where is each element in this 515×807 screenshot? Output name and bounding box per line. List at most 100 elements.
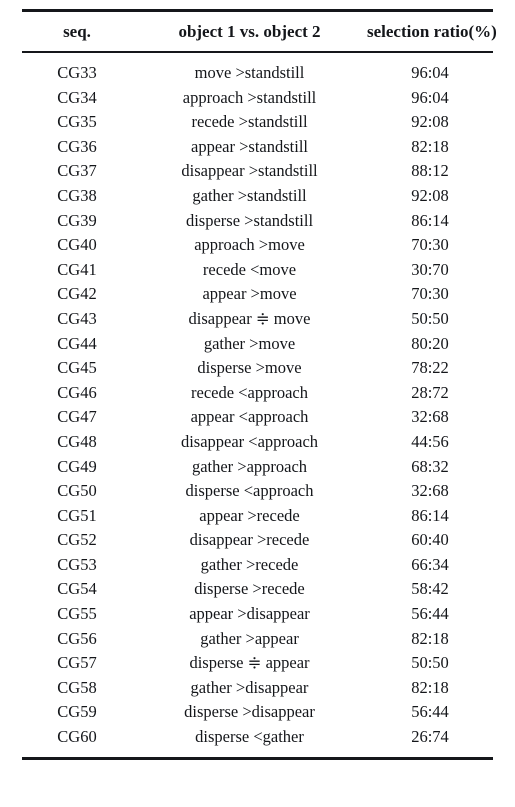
cell-seq: CG38 xyxy=(57,185,97,205)
table-row: CG33 move >standstill 96:04 xyxy=(22,53,493,86)
table-body: CG33 move >standstill 96:04 CG34 approach >s… xyxy=(22,53,493,750)
table-row: CG53 gather >recede 66:34 xyxy=(22,553,493,578)
cell-object-pair: disappear <approach xyxy=(180,431,319,451)
table-row: CG39 disperse >standstill 86:14 xyxy=(22,209,493,234)
cell-seq: CG49 xyxy=(57,456,97,476)
cell-selection-ratio: 32:68 xyxy=(411,481,449,501)
table-row: CG45 disperse >move 78:22 xyxy=(22,356,493,381)
table-row: CG44 gather >move 80:20 xyxy=(22,331,493,356)
table-bottom-rule xyxy=(22,756,493,760)
cell-seq: CG56 xyxy=(57,628,97,648)
cell-seq: CG55 xyxy=(57,604,97,624)
cell-seq: CG40 xyxy=(57,235,97,255)
cell-seq: CG57 xyxy=(57,653,97,673)
selection-ratio-table-body: CG33 move >standstill 96:04 CG34 approach >s… xyxy=(22,53,493,750)
cell-object-pair: appear >move xyxy=(202,284,297,304)
cell-selection-ratio: 92:08 xyxy=(411,185,449,205)
table-row: CG58 gather >disappear 82:18 xyxy=(22,676,493,701)
cell-selection-ratio: 96:04 xyxy=(411,63,449,82)
cell-object-pair: recede <approach xyxy=(191,382,308,402)
table-row: CG48 disappear <approach 44:56 xyxy=(22,430,493,455)
cell-selection-ratio: 56:44 xyxy=(411,604,449,624)
table-container: seq. object 1 vs. object 2 selection rat… xyxy=(0,0,515,807)
cell-seq: CG34 xyxy=(57,87,97,107)
cell-selection-ratio: 86:14 xyxy=(411,505,449,525)
cell-object-pair: disappear ≑ move xyxy=(188,308,311,328)
cell-selection-ratio: 50:50 xyxy=(411,653,449,673)
cell-seq: CG53 xyxy=(57,554,97,574)
table-row: CG59 disperse >disappear 56:44 xyxy=(22,700,493,725)
cell-seq: CG42 xyxy=(57,284,97,304)
cell-seq: CG39 xyxy=(57,210,97,230)
cell-object-pair: approach >standstill xyxy=(182,87,317,107)
table-row: CG37 disappear >standstill 88:12 xyxy=(22,159,493,184)
table-row: CG57 disperse ≑ appear 50:50 xyxy=(22,651,493,676)
cell-selection-ratio: 70:30 xyxy=(411,284,449,304)
cell-seq: CG46 xyxy=(57,382,97,402)
cell-object-pair: disperse >move xyxy=(197,358,302,378)
cell-seq: CG50 xyxy=(57,481,97,501)
cell-seq: CG43 xyxy=(57,308,97,328)
cell-object-pair: disappear >recede xyxy=(189,530,310,550)
cell-selection-ratio: 82:18 xyxy=(411,677,449,697)
cell-selection-ratio: 82:18 xyxy=(411,136,449,156)
cell-object-pair: gather >recede xyxy=(200,554,299,574)
cell-object-pair: gather >disappear xyxy=(190,677,309,697)
cell-selection-ratio: 92:08 xyxy=(411,112,449,132)
cell-object-pair: disperse <gather xyxy=(195,727,304,747)
cell-object-pair: move >standstill xyxy=(194,63,305,82)
cell-selection-ratio: 30:70 xyxy=(411,259,449,279)
table-row: CG60 disperse <gather 26:74 xyxy=(22,725,493,750)
cell-object-pair: disperse <approach xyxy=(185,481,314,501)
cell-seq: CG33 xyxy=(57,63,97,82)
cell-object-pair: disappear >standstill xyxy=(181,161,318,181)
table-row: CG41 recede <move 30:70 xyxy=(22,258,493,283)
cell-seq: CG41 xyxy=(57,259,97,279)
cell-seq: CG58 xyxy=(57,677,97,697)
table-row: CG38 gather >standstill 92:08 xyxy=(22,184,493,209)
table-row: CG52 disappear >recede 60:40 xyxy=(22,528,493,553)
table-row: CG50 disperse <approach 32:68 xyxy=(22,479,493,504)
cell-seq: CG59 xyxy=(57,702,97,722)
cell-selection-ratio: 78:22 xyxy=(411,358,449,378)
column-header-seq: seq. xyxy=(63,22,91,41)
cell-selection-ratio: 26:74 xyxy=(411,727,449,747)
column-header-object-pair: object 1 vs. object 2 xyxy=(178,22,321,41)
table-row: CG51 appear >recede 86:14 xyxy=(22,504,493,529)
cell-selection-ratio: 50:50 xyxy=(411,308,449,328)
cell-object-pair: disperse >standstill xyxy=(185,210,314,230)
cell-object-pair: gather >approach xyxy=(191,456,308,476)
table-row: CG43 disappear ≑ move 50:50 xyxy=(22,307,493,332)
table-row: CG35 recede >standstill 92:08 xyxy=(22,110,493,135)
cell-object-pair: recede <move xyxy=(202,259,297,279)
cell-object-pair: appear <approach xyxy=(190,407,309,427)
cell-selection-ratio: 80:20 xyxy=(411,333,449,353)
cell-seq: CG52 xyxy=(57,530,97,550)
table-row: CG55 appear >disappear 56:44 xyxy=(22,602,493,627)
cell-selection-ratio: 96:04 xyxy=(411,87,449,107)
cell-selection-ratio: 82:18 xyxy=(411,628,449,648)
selection-ratio-table: seq. object 1 vs. object 2 selection rat… xyxy=(22,12,497,51)
cell-object-pair: gather >appear xyxy=(200,628,299,648)
cell-seq: CG45 xyxy=(57,358,97,378)
cell-selection-ratio: 58:42 xyxy=(411,579,449,599)
cell-object-pair: disperse >disappear xyxy=(184,702,315,722)
cell-selection-ratio: 28:72 xyxy=(411,382,449,402)
table-header: seq. object 1 vs. object 2 selection rat… xyxy=(22,12,497,51)
table-row: CG36 appear >standstill 82:18 xyxy=(22,135,493,160)
cell-seq: CG51 xyxy=(57,505,97,525)
cell-selection-ratio: 88:12 xyxy=(411,161,449,181)
table-row: CG56 gather >appear 82:18 xyxy=(22,627,493,652)
cell-object-pair: appear >standstill xyxy=(191,136,308,156)
cell-object-pair: gather >standstill xyxy=(192,185,307,205)
cell-seq: CG37 xyxy=(57,161,97,181)
column-header-selection-ratio: selection ratio(%) xyxy=(367,22,497,41)
cell-selection-ratio: 44:56 xyxy=(411,431,449,451)
cell-object-pair: disperse ≑ appear xyxy=(189,653,310,673)
cell-seq: CG35 xyxy=(57,112,97,132)
cell-seq: CG36 xyxy=(57,136,97,156)
table-row: CG47 appear <approach 32:68 xyxy=(22,405,493,430)
cell-selection-ratio: 60:40 xyxy=(411,530,449,550)
header-row: seq. object 1 vs. object 2 selection rat… xyxy=(22,12,497,51)
table-row: CG42 appear >move 70:30 xyxy=(22,282,493,307)
